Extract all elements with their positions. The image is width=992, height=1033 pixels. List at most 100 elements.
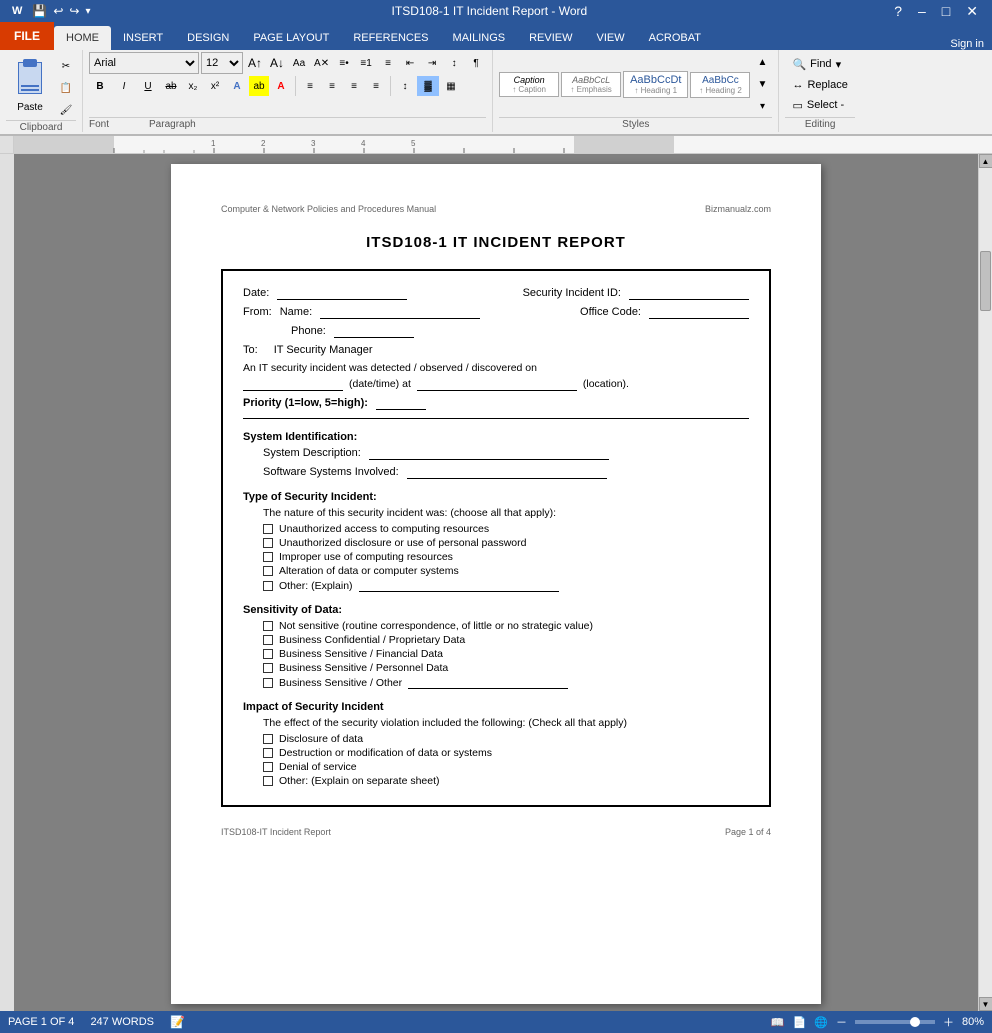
clear-format-button[interactable]: A✕ [311,53,332,73]
tab-references[interactable]: REFERENCES [341,26,440,50]
style-emphasis[interactable]: AaBbCcL ↑ Emphasis [561,72,621,97]
grow-font-button[interactable]: A↑ [245,53,265,73]
replace-button[interactable]: ↔ Replace [785,76,854,94]
tab-page-layout[interactable]: PAGE LAYOUT [241,26,341,50]
bullets-button[interactable]: ≡• [334,53,354,73]
copy-button[interactable]: 📋 [56,78,76,98]
view-web-icon[interactable]: 🌐 [814,1016,828,1029]
checkbox-icon[interactable] [263,663,273,673]
maximize-btn[interactable]: □ [936,3,956,20]
numbered-button[interactable]: ≡1 [356,53,376,73]
select-button[interactable]: ▭ Select - [785,96,851,115]
sign-in-link[interactable]: Sign in [950,38,992,50]
paste-button[interactable]: Paste [6,52,54,115]
system-desc-field[interactable] [369,447,609,460]
view-print-icon[interactable]: 📄 [793,1016,807,1029]
tab-review[interactable]: REVIEW [517,26,584,50]
incident-date-field[interactable] [243,378,343,391]
format-painter-button[interactable]: 🖌 [56,100,76,120]
zoom-thumb[interactable] [910,1017,920,1027]
zoom-slider[interactable] [855,1020,935,1024]
style-heading2[interactable]: AaBbCc ↑ Heading 2 [690,72,750,98]
checkbox-icon[interactable] [263,762,273,772]
tab-mailings[interactable]: MAILINGS [441,26,518,50]
styles-scroll-up[interactable]: ▲ [752,53,772,73]
checkbox-icon[interactable] [263,678,273,688]
font-size-select[interactable]: 12 [201,52,243,74]
show-marks-button[interactable]: ¶ [466,53,486,73]
office-code-field[interactable] [649,306,749,319]
sort-button[interactable]: ↕ [444,53,464,73]
align-right-button[interactable]: ≡ [344,76,364,96]
phone-field[interactable] [334,325,414,338]
shrink-font-button[interactable]: A↓ [267,53,287,73]
justify-button[interactable]: ≡ [366,76,386,96]
strikethrough-button[interactable]: ab [161,76,181,96]
other-explain-field[interactable] [359,579,559,592]
cut-button[interactable]: ✂ [56,56,76,76]
find-button[interactable]: 🔍 Find ▾ [785,55,848,74]
proofing-icon[interactable]: 📝 [170,1015,185,1029]
quick-undo-icon[interactable]: ↩ [53,4,63,18]
tab-acrobat[interactable]: ACROBAT [637,26,713,50]
document-area[interactable]: Computer & Network Policies and Procedur… [14,154,978,1011]
checkbox-icon[interactable] [263,538,273,548]
tab-file[interactable]: FILE [0,22,54,50]
scroll-track[interactable] [979,168,992,997]
priority-field[interactable] [376,397,426,410]
styles-more[interactable]: ▾ [752,97,772,117]
shading-button[interactable]: ▓ [417,76,439,96]
view-read-icon[interactable]: 📖 [771,1016,785,1029]
superscript-button[interactable]: x² [205,76,225,96]
italic-button[interactable]: I [113,76,135,96]
help-btn[interactable]: ? [888,3,908,20]
style-heading1[interactable]: AaBbCcDt ↑ Heading 1 [623,71,688,98]
font-color-button[interactable]: A [271,76,291,96]
highlight-button[interactable]: ab [249,76,269,96]
align-center-button[interactable]: ≡ [322,76,342,96]
multilevel-button[interactable]: ≡ [378,53,398,73]
align-left-button[interactable]: ≡ [300,76,320,96]
styles-scroll-down[interactable]: ▼ [752,75,772,95]
checkbox-icon[interactable] [263,635,273,645]
name-field[interactable] [320,306,480,319]
vertical-scrollbar[interactable]: ▲ ▼ [978,154,992,1011]
tab-design[interactable]: DESIGN [175,26,241,50]
scroll-up-button[interactable]: ▲ [979,154,992,168]
change-case-button[interactable]: Aa [289,53,309,73]
underline-button[interactable]: U [137,76,159,96]
subscript-button[interactable]: x₂ [183,76,203,96]
line-spacing-button[interactable]: ↕ [395,76,415,96]
bold-button[interactable]: B [89,76,111,96]
text-effects-button[interactable]: A [227,76,247,96]
zoom-out-icon[interactable]: － [836,1014,847,1030]
zoom-in-icon[interactable]: ＋ [943,1014,954,1030]
checkbox-icon[interactable] [263,649,273,659]
tab-insert[interactable]: INSERT [111,26,175,50]
quick-save-icon[interactable]: 💾 [32,4,47,18]
checkbox-icon[interactable] [263,734,273,744]
tab-home[interactable]: HOME [54,26,111,50]
borders-button[interactable]: ▦ [441,76,461,96]
style-caption[interactable]: Caption ↑ Caption [499,72,559,97]
increase-indent-button[interactable]: ⇥ [422,53,442,73]
font-name-select[interactable]: Arial [89,52,199,74]
close-btn[interactable]: ✕ [960,3,984,20]
tab-view[interactable]: VIEW [585,26,637,50]
checkbox-icon[interactable] [263,621,273,631]
checkbox-icon[interactable] [263,581,273,591]
minimize-btn[interactable]: – [912,3,932,20]
scroll-down-button[interactable]: ▼ [979,997,992,1011]
checkbox-icon[interactable] [263,748,273,758]
software-field[interactable] [407,466,607,479]
decrease-indent-button[interactable]: ⇤ [400,53,420,73]
checkbox-icon[interactable] [263,552,273,562]
quick-redo-icon[interactable]: ↪ [69,4,79,18]
checkbox-icon[interactable] [263,776,273,786]
security-id-field[interactable] [629,287,749,300]
checkbox-icon[interactable] [263,524,273,534]
scroll-thumb[interactable] [980,251,991,311]
sens-other-field[interactable] [408,676,568,689]
incident-location-field[interactable] [417,378,577,391]
checkbox-icon[interactable] [263,566,273,576]
